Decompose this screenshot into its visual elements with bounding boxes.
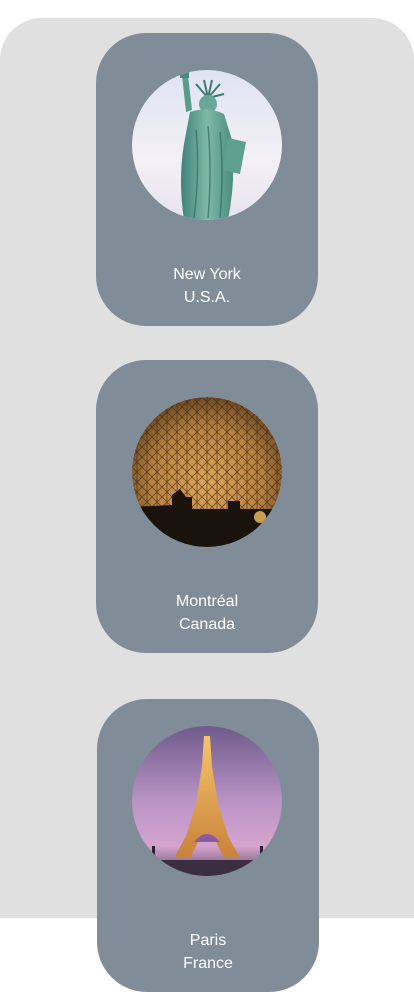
country-name: U.S.A. bbox=[183, 289, 231, 306]
city-name: New York bbox=[173, 266, 241, 283]
biosphere-dome-photo bbox=[132, 397, 282, 547]
country-name: Canada bbox=[178, 616, 236, 633]
destination-card-montreal[interactable]: Montréal Canada bbox=[96, 360, 318, 653]
city-name: Montréal bbox=[175, 593, 239, 610]
destination-label: Montréal Canada bbox=[96, 590, 318, 636]
destination-label: New York U.S.A. bbox=[96, 263, 318, 309]
statue-of-liberty-photo bbox=[132, 70, 282, 220]
city-name: Paris bbox=[189, 932, 227, 949]
country-name: France bbox=[183, 955, 233, 972]
destination-card-paris[interactable]: Paris France bbox=[97, 699, 319, 992]
destination-label: Paris France bbox=[97, 929, 319, 975]
destination-card-new-york[interactable]: New York U.S.A. bbox=[96, 33, 318, 326]
eiffel-tower-photo bbox=[132, 726, 282, 876]
destinations-list[interactable]: New York U.S.A. Montréal Canada Paris Fr… bbox=[0, 18, 414, 992]
